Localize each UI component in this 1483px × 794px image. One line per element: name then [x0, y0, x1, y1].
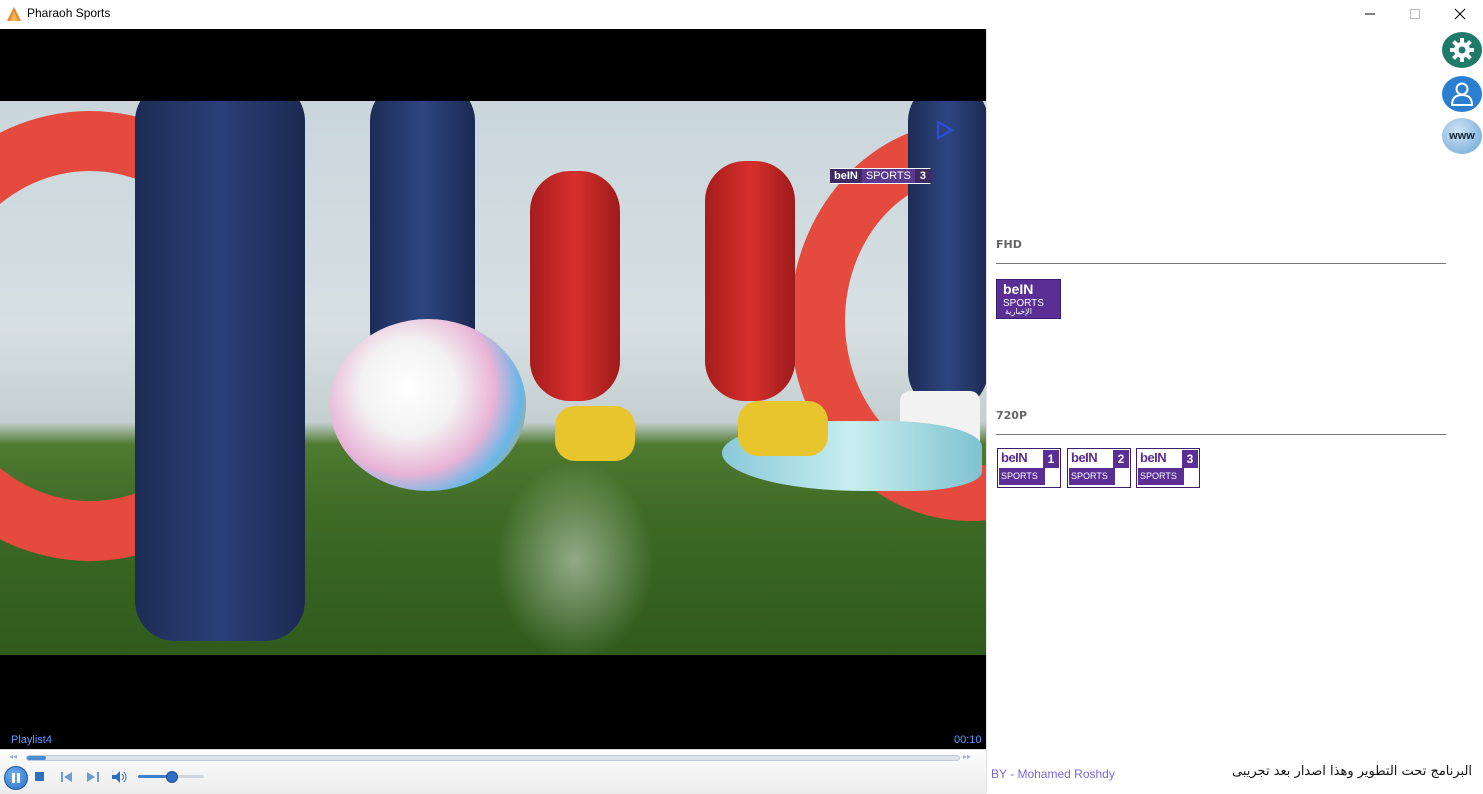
stop-button[interactable] [30, 767, 50, 787]
website-button[interactable]: www [1442, 118, 1482, 154]
channel-logo: beIN [1140, 450, 1167, 465]
seek-bar[interactable] [26, 755, 960, 761]
window-title: Pharaoh Sports [27, 6, 111, 20]
play-indicator-icon [937, 120, 954, 140]
minimize-button[interactable] [1347, 0, 1393, 28]
channel-logo: beIN [1003, 281, 1034, 297]
player-boot [738, 401, 828, 456]
speaker-icon [112, 771, 127, 783]
mute-button[interactable] [110, 767, 130, 787]
gear-icon [1450, 38, 1474, 62]
channel-bein-3[interactable]: beIN 3 SPORTS [1136, 448, 1200, 488]
maximize-icon [1410, 9, 1420, 19]
player-boot [555, 406, 635, 461]
author-credit: BY - Mohamed Roshdy [991, 767, 1115, 781]
playlist-name: Playlist4 [11, 734, 52, 746]
channel-sub: SPORTS [1138, 468, 1184, 485]
development-notice: البرنامج تحت التطوير وهذا اصدار بعد تجري… [1232, 764, 1473, 779]
settings-button[interactable] [1442, 32, 1482, 68]
player-leg [908, 101, 986, 411]
stop-icon [35, 772, 44, 781]
next-icon [87, 772, 99, 782]
channel-sub: SPORTS [999, 468, 1045, 485]
section-divider [996, 263, 1446, 264]
user-icon [1450, 82, 1474, 106]
panel-divider [986, 29, 987, 793]
channel-bein-news[interactable]: beIN SPORTS الإخبارية [996, 279, 1061, 319]
channel-logo: beIN [1001, 450, 1028, 465]
channel-sub: SPORTS [1069, 468, 1115, 485]
title-bar: Pharaoh Sports [0, 0, 1483, 28]
maximize-button[interactable] [1392, 0, 1438, 28]
channel-bein-2[interactable]: beIN 2 SPORTS [1067, 448, 1131, 488]
channel-number: 3 [1182, 450, 1198, 468]
app-icon [7, 7, 21, 21]
pause-icon [12, 773, 20, 783]
channel-bein-1[interactable]: beIN 1 SPORTS [997, 448, 1061, 488]
previous-button[interactable] [57, 767, 77, 787]
pause-button[interactable] [4, 766, 28, 790]
channel-overlay-logo: beIN SPORTS 3 [830, 168, 931, 184]
channel-number: 1 [1043, 450, 1059, 468]
video-frame [0, 101, 986, 655]
channel-number: 2 [1113, 450, 1129, 468]
section-label-720p: 720P [996, 409, 1028, 422]
minimize-icon [1365, 13, 1375, 15]
vanishing-spray [495, 461, 655, 655]
overlay-label: SPORTS [861, 169, 915, 183]
seek-back-arrow-icon[interactable]: ◂◂ [9, 752, 17, 761]
video-player[interactable]: beIN SPORTS 3 [0, 29, 986, 749]
section-label-fhd: FHD [996, 238, 1022, 251]
account-button[interactable] [1442, 76, 1482, 112]
player-leg [135, 101, 305, 641]
close-button[interactable] [1437, 0, 1483, 28]
previous-icon [61, 772, 72, 782]
volume-knob[interactable] [166, 771, 178, 783]
next-button[interactable] [83, 767, 103, 787]
overlay-number: 3 [914, 169, 931, 183]
player-controls: ◂◂ ▸▸ [0, 749, 986, 794]
close-icon [1454, 8, 1466, 20]
channel-tag: الإخبارية [1005, 307, 1032, 316]
player-leg [705, 161, 795, 401]
seek-progress [27, 756, 46, 760]
section-divider [996, 434, 1446, 435]
player-leg [530, 171, 620, 401]
seek-forward-arrow-icon[interactable]: ▸▸ [963, 752, 971, 761]
volume-slider[interactable] [138, 771, 204, 783]
www-icon: www [1449, 130, 1475, 142]
overlay-brand: beIN [830, 169, 862, 183]
channel-logo: beIN [1071, 450, 1098, 465]
elapsed-time: 00:10 [954, 734, 982, 746]
